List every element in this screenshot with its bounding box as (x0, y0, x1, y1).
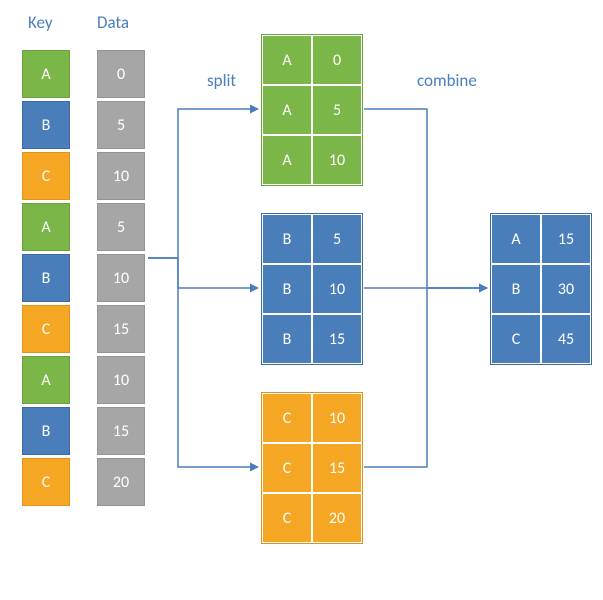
data-cell: 15 (97, 407, 145, 455)
group-value-cell: 10 (312, 264, 362, 314)
group-a-table: A0A5A10 (261, 34, 363, 186)
split-arrow-c (148, 258, 258, 467)
group-value-cell: 10 (312, 135, 362, 185)
key-cell: B (22, 101, 70, 149)
group-c-table: C10C15C20 (261, 392, 363, 544)
group-value-cell: 5 (312, 85, 362, 135)
result-value-cell: 30 (541, 264, 591, 314)
result-key-cell: A (491, 214, 541, 264)
data-cell: 0 (97, 50, 145, 98)
group-b-table: B5B10B15 (261, 213, 363, 365)
key-cell: C (22, 152, 70, 200)
key-cell: C (22, 458, 70, 506)
group-key-cell: A (262, 135, 312, 185)
result-value-cell: 45 (541, 314, 591, 364)
key-cell: A (22, 50, 70, 98)
group-value-cell: 15 (312, 314, 362, 364)
combine-arrow-a (364, 109, 487, 288)
data-cell: 10 (97, 254, 145, 302)
group-key-cell: C (262, 443, 312, 493)
group-value-cell: 0 (312, 35, 362, 85)
group-value-cell: 15 (312, 443, 362, 493)
group-value-cell: 20 (312, 493, 362, 543)
label-split: split (207, 70, 236, 91)
key-cell: B (22, 407, 70, 455)
label-data: Data (97, 12, 129, 33)
group-key-cell: A (262, 85, 312, 135)
key-cell: C (22, 305, 70, 353)
data-column: 051051015101520 (97, 50, 145, 506)
result-value-cell: 15 (541, 214, 591, 264)
group-key-cell: C (262, 393, 312, 443)
data-cell: 10 (97, 152, 145, 200)
group-key-cell: A (262, 35, 312, 85)
data-cell: 15 (97, 305, 145, 353)
data-cell: 5 (97, 101, 145, 149)
key-column: ABCABCABC (22, 50, 70, 506)
group-value-cell: 10 (312, 393, 362, 443)
group-key-cell: B (262, 264, 312, 314)
combine-arrow-c (364, 288, 487, 467)
data-cell: 5 (97, 203, 145, 251)
key-cell: A (22, 356, 70, 404)
label-key: Key (28, 12, 53, 33)
group-key-cell: B (262, 214, 312, 264)
data-cell: 20 (97, 458, 145, 506)
label-combine: combine (417, 70, 477, 91)
group-key-cell: C (262, 493, 312, 543)
result-key-cell: B (491, 264, 541, 314)
key-cell: A (22, 203, 70, 251)
key-cell: B (22, 254, 70, 302)
result-key-cell: C (491, 314, 541, 364)
group-value-cell: 5 (312, 214, 362, 264)
result-table: A15B30C45 (490, 213, 592, 365)
data-cell: 10 (97, 356, 145, 404)
group-key-cell: B (262, 314, 312, 364)
split-arrow-a (148, 109, 258, 258)
split-arrow-b (148, 258, 258, 288)
